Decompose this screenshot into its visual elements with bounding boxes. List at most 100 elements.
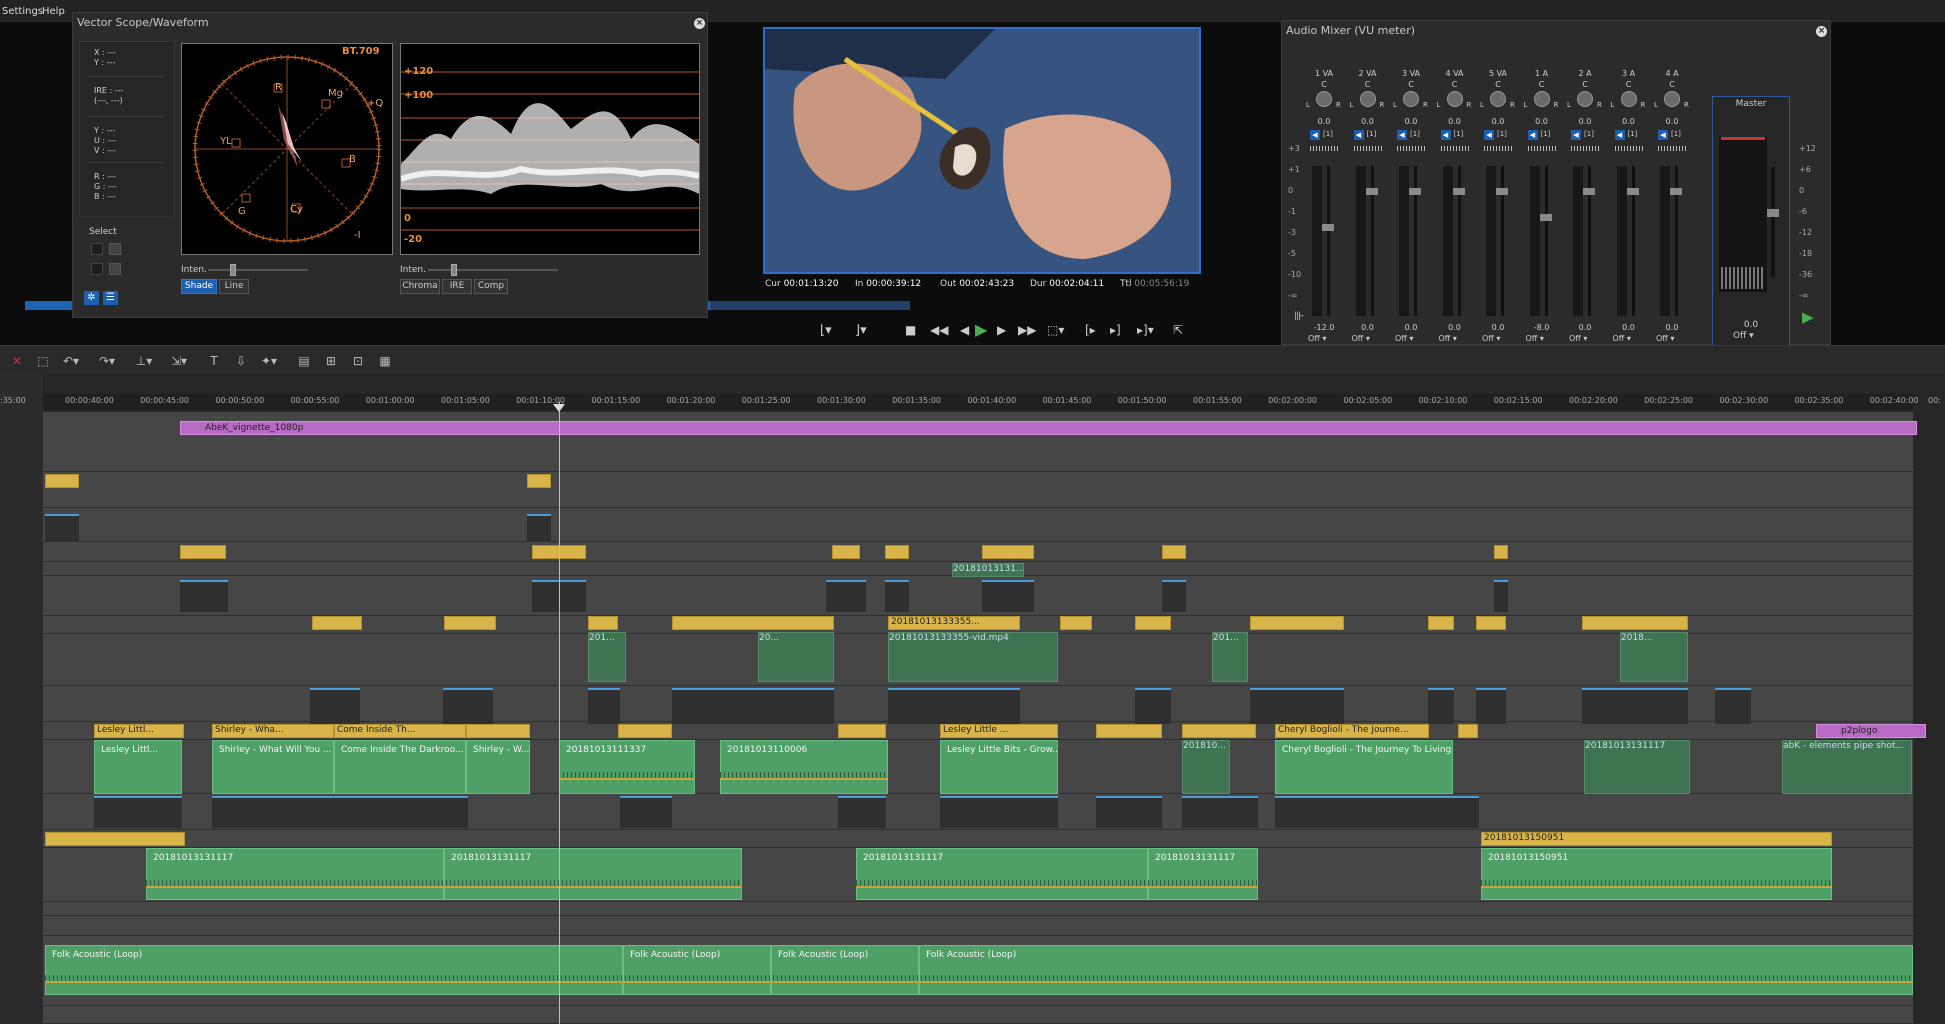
select-swatch[interactable] bbox=[109, 263, 121, 275]
menu-help[interactable]: Help bbox=[42, 6, 65, 17]
channel-mode[interactable]: Off ▾ bbox=[1395, 334, 1413, 343]
clip-item[interactable]: 20181013150951 bbox=[1481, 832, 1832, 846]
keyframe-block[interactable] bbox=[1182, 796, 1258, 828]
clip-item[interactable]: 20181013150951 bbox=[1481, 848, 1832, 900]
timeline-track[interactable] bbox=[43, 508, 1913, 542]
route-button[interactable]: ◀ bbox=[1571, 130, 1581, 140]
keyframe-block[interactable] bbox=[1476, 688, 1506, 724]
route-button[interactable]: ◀ bbox=[1614, 130, 1625, 140]
settings-icon[interactable]: ✲ bbox=[84, 291, 99, 305]
route-button[interactable]: ◀ bbox=[1353, 130, 1364, 140]
channel-mode[interactable]: Off ▾ bbox=[1526, 334, 1544, 343]
playhead-handle[interactable] bbox=[553, 404, 565, 412]
timeline-track[interactable] bbox=[43, 542, 1913, 562]
clip-thumbnail[interactable] bbox=[1428, 616, 1454, 630]
clip-thumbnail[interactable] bbox=[1250, 616, 1344, 630]
clip-thumbnail[interactable] bbox=[618, 724, 672, 738]
clip-item[interactable]: 2018... bbox=[1620, 632, 1688, 682]
clip-thumbnail[interactable] bbox=[1135, 616, 1171, 630]
clip-item[interactable]: 201... bbox=[1212, 632, 1248, 682]
channel-fader[interactable] bbox=[1539, 214, 1552, 221]
pan-knob[interactable] bbox=[1490, 91, 1506, 107]
route-button[interactable]: ◀ bbox=[1484, 130, 1494, 140]
select-swatch[interactable] bbox=[109, 243, 121, 255]
clip-item[interactable]: 201810... bbox=[1182, 740, 1230, 794]
clip-thumbnail[interactable] bbox=[672, 616, 834, 630]
clip-item[interactable]: 20... bbox=[758, 632, 834, 682]
timeline-track[interactable] bbox=[43, 576, 1913, 616]
slider-handle[interactable] bbox=[451, 264, 457, 276]
record-voice-icon[interactable]: ⊡ bbox=[349, 353, 367, 369]
clip-item[interactable]: Lesley Little Bits - Grow... bbox=[940, 740, 1058, 794]
overwrite-icon[interactable]: ▸] bbox=[1110, 323, 1121, 337]
clip-item[interactable]: Lesley Littl... bbox=[94, 740, 182, 794]
channel-mode[interactable]: Off ▾ bbox=[1439, 334, 1457, 343]
keyframe-block[interactable] bbox=[212, 796, 468, 828]
pan-knob[interactable] bbox=[1403, 91, 1419, 107]
clip-item[interactable]: abK - elements pipe shot... bbox=[1782, 740, 1912, 794]
clip-item[interactable]: Cheryl Boglioli - The Journe... bbox=[1275, 724, 1429, 738]
clip-item[interactable]: Come Inside The Darkroo... bbox=[334, 740, 466, 794]
step-forward-icon[interactable]: ▶ bbox=[997, 323, 1006, 337]
pan-knob[interactable] bbox=[1664, 91, 1680, 107]
step-back-icon[interactable]: ◀ bbox=[960, 323, 969, 337]
clip-item[interactable]: 201... bbox=[588, 632, 626, 682]
keyframe-block[interactable] bbox=[888, 688, 1020, 724]
play-icon[interactable]: ▶ bbox=[975, 320, 987, 339]
clip-thumbnail[interactable] bbox=[1458, 724, 1478, 738]
clip-thumbnail[interactable] bbox=[1096, 724, 1162, 738]
clip-thumbnail[interactable] bbox=[45, 832, 185, 846]
clip-thumbnail[interactable] bbox=[588, 616, 618, 630]
route-button[interactable]: ◀ bbox=[1658, 130, 1668, 140]
title-tool-icon[interactable]: T bbox=[205, 353, 223, 369]
intensity-slider-waveform[interactable] bbox=[428, 269, 558, 271]
clip-item[interactable]: 20181013131117 bbox=[146, 848, 444, 900]
keyframe-block[interactable] bbox=[443, 688, 493, 724]
ripple-icon[interactable]: ⇲▾ bbox=[170, 353, 188, 369]
clip-item[interactable]: 20181013133355-vid.mp4 bbox=[888, 632, 1058, 682]
clip-thumbnail[interactable] bbox=[527, 474, 551, 488]
timeline-ruler[interactable]: 00:00:40:00 00:00:45:00 00:00:50:00 00:00:5… bbox=[43, 394, 1919, 410]
channel-fader[interactable] bbox=[1670, 188, 1682, 195]
keyframe-block[interactable] bbox=[527, 514, 551, 542]
channel-mode[interactable]: Off ▾ bbox=[1308, 334, 1326, 343]
pan-knob[interactable] bbox=[1533, 91, 1550, 107]
play-icon[interactable]: ▶ bbox=[1802, 308, 1814, 326]
marker-icon[interactable]: ⊥▾ bbox=[135, 353, 153, 369]
split-icon[interactable]: ⊞ bbox=[322, 353, 340, 369]
clip-item[interactable]: Folk Acoustic (Loop) bbox=[919, 945, 1913, 995]
list-icon[interactable]: ☰ bbox=[103, 291, 118, 305]
clip-item[interactable]: Folk Acoustic (Loop) bbox=[623, 945, 771, 995]
insert-icon[interactable]: [▸ bbox=[1085, 323, 1096, 337]
channel-fader[interactable] bbox=[1626, 188, 1639, 195]
keyframe-block[interactable] bbox=[672, 688, 834, 724]
keyframe-block[interactable] bbox=[45, 514, 79, 542]
keyframe-block[interactable] bbox=[1428, 688, 1454, 724]
clip-thumbnail[interactable] bbox=[312, 616, 362, 630]
pan-knob[interactable] bbox=[1316, 91, 1332, 107]
redo-icon[interactable]: ↷▾ bbox=[98, 353, 116, 369]
timeline-track[interactable] bbox=[43, 472, 1913, 508]
clip-item[interactable]: Shirley - W... bbox=[466, 740, 530, 794]
clip-item[interactable]: Folk Acoustic (Loop) bbox=[771, 945, 919, 995]
keyframe-block[interactable] bbox=[310, 688, 360, 724]
keyframe-block[interactable] bbox=[1162, 580, 1186, 612]
clip-thumbnail[interactable] bbox=[838, 724, 886, 738]
keyframe-block[interactable] bbox=[588, 688, 620, 724]
clip-item[interactable]: 20181013131117 bbox=[1584, 740, 1690, 794]
timeline-track[interactable] bbox=[43, 916, 1913, 936]
clip-thumbnail[interactable] bbox=[45, 474, 79, 488]
master-mode[interactable]: Off ▾ bbox=[1733, 331, 1754, 341]
route-button[interactable]: ◀ bbox=[1310, 130, 1320, 140]
clip-thumbnail[interactable] bbox=[832, 545, 860, 559]
clip-item[interactable]: Shirley - Wha... bbox=[212, 724, 334, 738]
clip-item[interactable]: Lesley Littl... bbox=[94, 724, 184, 738]
intensity-slider-scope[interactable] bbox=[208, 269, 308, 271]
ire-button[interactable]: IRE bbox=[442, 279, 472, 294]
channel-fader[interactable] bbox=[1452, 188, 1465, 195]
clip-thumbnail[interactable] bbox=[466, 724, 530, 738]
clip-item[interactable]: 20181013131117 bbox=[856, 848, 1148, 900]
clip-item[interactable]: Shirley - What Will You ... bbox=[212, 740, 334, 794]
clip-thumbnail[interactable] bbox=[180, 545, 226, 559]
clip-item[interactable]: Lesley Little ... bbox=[940, 724, 1058, 738]
